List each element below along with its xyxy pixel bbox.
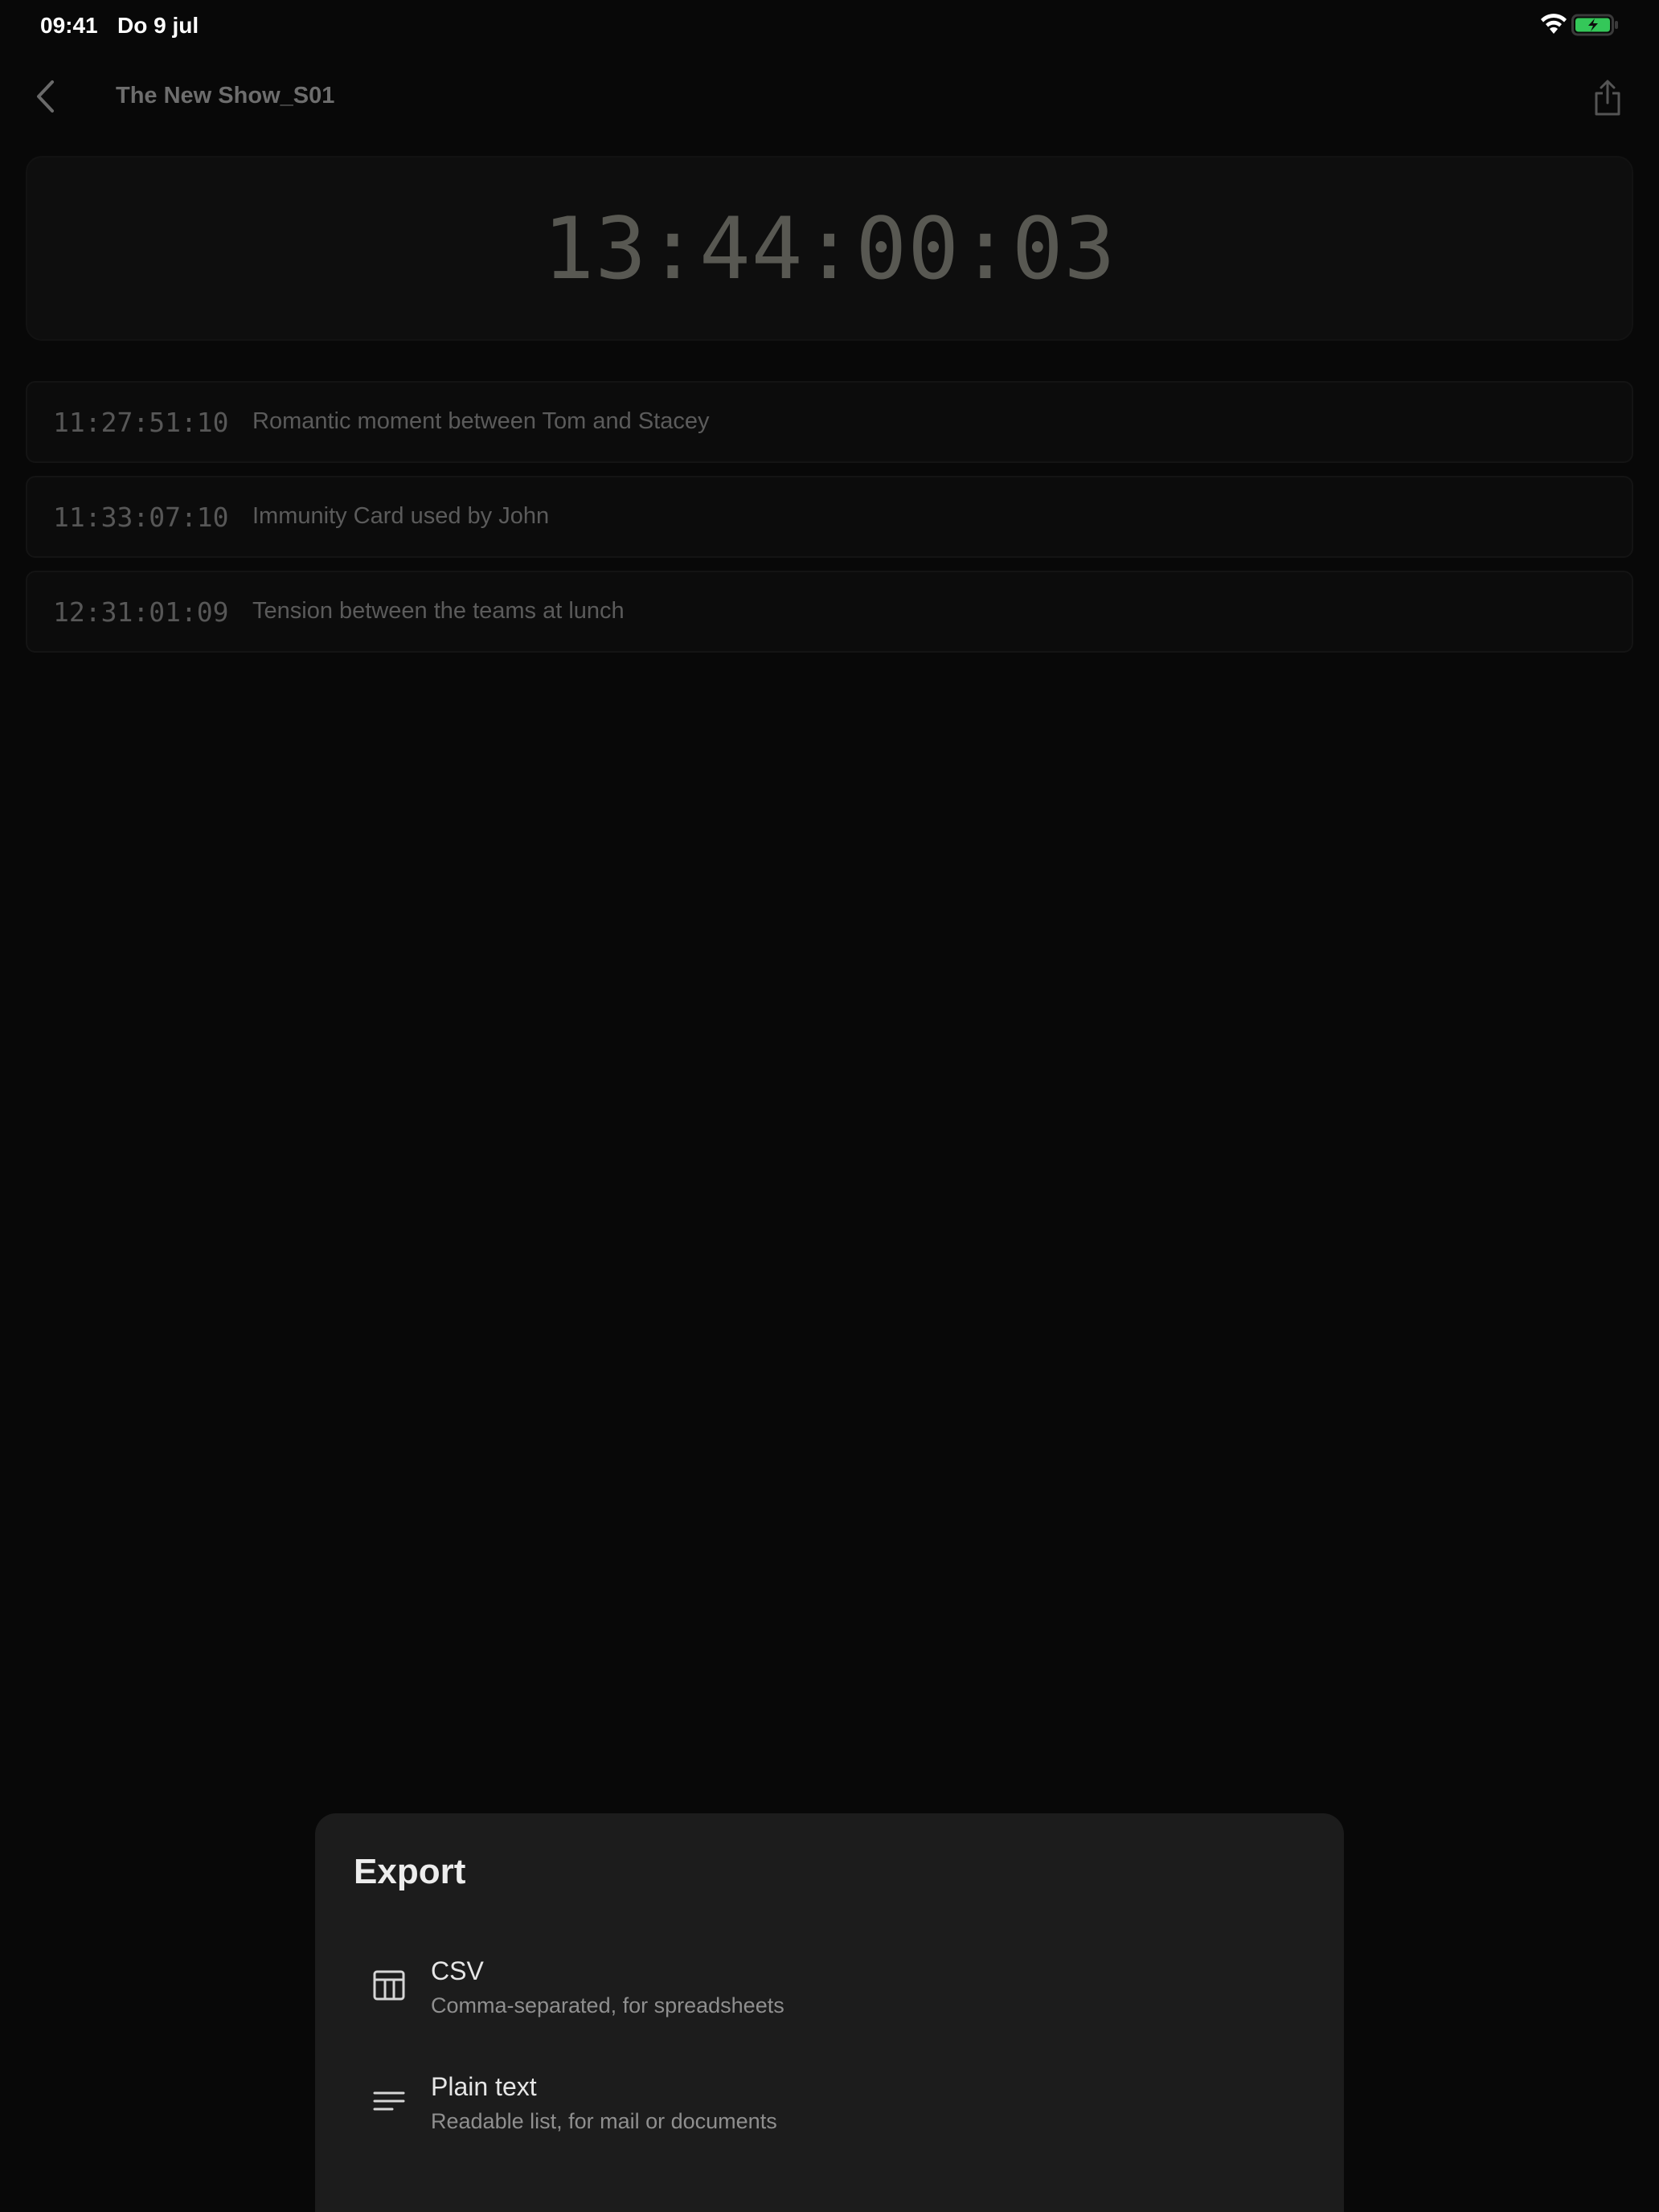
export-option-label: CSV [431,1956,484,1985]
table-icon [373,1970,405,2001]
timecode-display: 13:44:00:03 [26,156,1633,341]
status-time: 09:41 [40,13,98,38]
marker-timecode: 11:33:07:10 [53,502,229,533]
export-title: Export [354,1852,466,1891]
marker-row[interactable]: 11:33:07:10 Immunity Card used by John [26,476,1633,558]
screen: 09:41 Do 9 jul The New Show_S01 13:44:00… [0,0,1659,2212]
chevron-left-icon [37,80,54,113]
marker-timecode: 12:31:01:09 [53,596,229,628]
status-date: Do 9 jul [117,13,199,38]
marker-description: Tension between the teams at lunch [252,598,625,624]
marker-timecode: 11:27:51:10 [53,407,229,438]
battery-charging-icon [1571,14,1618,36]
share-icon [1595,80,1620,116]
wifi-icon [1541,14,1567,34]
export-option-description: Comma-separated, for spreadsheets [431,1993,784,2017]
lines-icon [373,2091,405,2111]
export-sheet: Export CSV Comma-separated, for spreadsh… [315,1813,1344,2212]
share-button[interactable] [1590,76,1625,121]
marker-row[interactable]: 12:31:01:09 Tension between the teams at… [26,571,1633,653]
current-timecode: 13:44:00:03 [543,199,1116,298]
export-plain-text-option[interactable]: Plain text Readable list, for mail or do… [354,2059,1305,2148]
export-csv-option[interactable]: CSV Comma-separated, for spreadsheets [354,1944,1305,2032]
status-bar: 09:41 Do 9 jul [0,0,1659,51]
marker-row[interactable]: 11:27:51:10 Romantic moment between Tom … [26,381,1633,463]
marker-description: Immunity Card used by John [252,503,550,529]
page-title: The New Show_S01 [116,83,335,109]
export-option-label: Plain text [431,2072,537,2101]
back-button[interactable] [31,76,59,117]
export-option-description: Readable list, for mail or documents [431,2109,777,2133]
marker-description: Romantic moment between Tom and Stacey [252,408,710,434]
